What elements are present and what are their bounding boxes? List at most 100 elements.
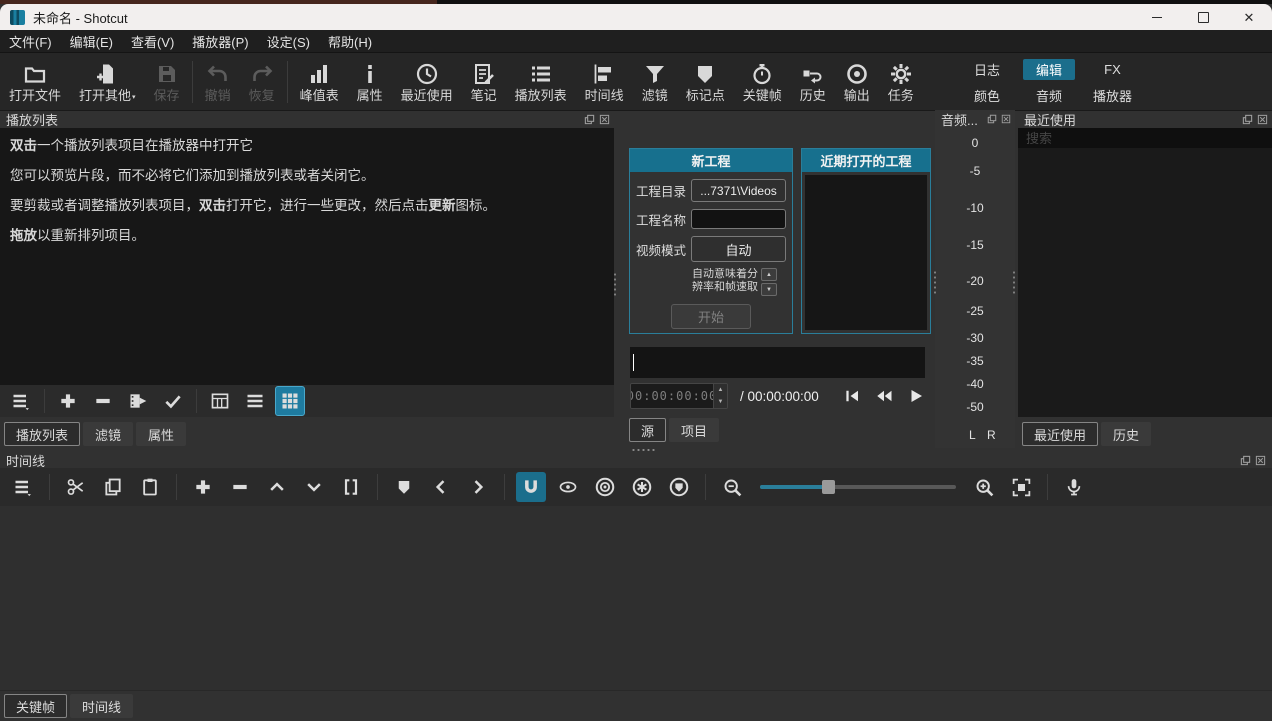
zoom-fit-button[interactable]: [1006, 472, 1036, 502]
start-button[interactable]: 开始: [671, 304, 751, 329]
undo-button[interactable]: 撤销: [196, 59, 240, 105]
tab-project[interactable]: 项目: [669, 418, 719, 442]
split-button[interactable]: [336, 472, 366, 502]
layout-audio-button[interactable]: 音频: [1023, 85, 1075, 106]
copy-button[interactable]: [98, 472, 128, 502]
export-button[interactable]: 输出: [835, 59, 879, 105]
create-marker-button[interactable]: [389, 472, 419, 502]
menu-help[interactable]: 帮助(H): [319, 30, 381, 52]
menu-settings[interactable]: 设定(S): [258, 30, 319, 52]
next-marker-button[interactable]: [463, 472, 493, 502]
tab-properties[interactable]: 属性: [136, 422, 186, 446]
tab-history[interactable]: 历史: [1101, 422, 1151, 446]
project-name-input[interactable]: [691, 209, 786, 229]
snap-toggle-button[interactable]: [516, 472, 546, 502]
skip-to-start-button[interactable]: [843, 387, 861, 405]
ripple-delete-button[interactable]: [225, 472, 255, 502]
timeline-button[interactable]: 时间线: [576, 59, 633, 105]
splitter-handle[interactable]: [933, 270, 937, 296]
recent-files-list[interactable]: [1018, 148, 1272, 417]
playlist-update-button[interactable]: [158, 386, 188, 416]
markers-button[interactable]: 标记点: [677, 59, 734, 105]
maximize-button[interactable]: [1180, 4, 1226, 30]
notes-button[interactable]: 笔记: [462, 59, 506, 105]
scrub-while-dragging-button[interactable]: [553, 472, 583, 502]
float-panel-icon[interactable]: [987, 114, 997, 124]
ripple-markers-button[interactable]: [664, 472, 694, 502]
ripple-button[interactable]: [590, 472, 620, 502]
open-other-button[interactable]: 打开其他▾: [70, 59, 145, 105]
close-panel-icon[interactable]: [1001, 114, 1011, 124]
project-folder-button[interactable]: ...7371\Videos: [691, 179, 786, 202]
video-mode-button[interactable]: 自动: [691, 236, 786, 262]
recent-projects-list[interactable]: [805, 175, 927, 330]
rewind-button[interactable]: [874, 387, 894, 405]
menu-file[interactable]: 文件(F): [0, 30, 61, 52]
view-icons-button[interactable]: [275, 386, 305, 416]
float-panel-icon[interactable]: [1242, 114, 1253, 125]
timeline-menu-button[interactable]: [8, 472, 38, 502]
search-input[interactable]: [1018, 128, 1272, 148]
minimize-button[interactable]: [1134, 4, 1180, 30]
layout-color-button[interactable]: 颜色: [961, 85, 1013, 106]
open-file-button[interactable]: 打开文件: [0, 59, 70, 105]
player-scrub-bar[interactable]: [630, 347, 925, 378]
timecode-spinner[interactable]: ▲▼: [713, 384, 727, 408]
save-button[interactable]: 保存: [145, 59, 189, 105]
view-details-button[interactable]: [205, 386, 235, 416]
close-panel-icon[interactable]: [1257, 114, 1268, 125]
playlist-remove-button[interactable]: [88, 386, 118, 416]
view-tiles-button[interactable]: [240, 386, 270, 416]
recent-button[interactable]: 最近使用: [392, 59, 462, 105]
close-button[interactable]: ✕: [1226, 4, 1272, 30]
tab-source[interactable]: 源: [629, 418, 666, 442]
paste-button[interactable]: [135, 472, 165, 502]
titlebar[interactable]: 未命名 - Shotcut ✕: [0, 4, 1272, 30]
tab-keyframes[interactable]: 关键帧: [4, 694, 67, 718]
float-panel-icon[interactable]: [1240, 455, 1251, 466]
layout-fx-button[interactable]: FX: [1086, 59, 1138, 80]
record-audio-button[interactable]: [1059, 472, 1089, 502]
close-panel-icon[interactable]: [599, 114, 610, 125]
playlist-button[interactable]: 播放列表: [506, 59, 576, 105]
redo-button[interactable]: 恢复: [240, 59, 284, 105]
play-button[interactable]: [907, 387, 925, 405]
menu-edit[interactable]: 编辑(E): [61, 30, 122, 52]
properties-button[interactable]: 属性: [348, 59, 392, 105]
playlist-open-button[interactable]: [123, 386, 153, 416]
playlist-append-button[interactable]: [53, 386, 83, 416]
layout-player-button[interactable]: 播放器: [1085, 85, 1140, 106]
filters-button[interactable]: 滤镜: [633, 59, 677, 105]
cut-button[interactable]: [61, 472, 91, 502]
layout-editing-button[interactable]: 编辑: [1023, 59, 1075, 80]
zoom-slider[interactable]: [760, 480, 956, 494]
jobs-button[interactable]: 任务: [879, 59, 923, 105]
tab-timeline[interactable]: 时间线: [70, 694, 133, 718]
zoom-in-button[interactable]: [969, 472, 999, 502]
layout-logging-button[interactable]: 日志: [961, 59, 1013, 80]
timecode-spinbox[interactable]: 00:00:00:00 ▲▼: [630, 383, 728, 409]
previous-marker-button[interactable]: [426, 472, 456, 502]
tab-recent[interactable]: 最近使用: [1022, 422, 1098, 446]
zoom-out-button[interactable]: [717, 472, 747, 502]
timeline-tracks-area[interactable]: [0, 506, 1272, 690]
lift-button[interactable]: [262, 472, 292, 502]
close-panel-icon[interactable]: [1255, 455, 1266, 466]
overwrite-button[interactable]: [299, 472, 329, 502]
float-panel-icon[interactable]: [584, 114, 595, 125]
menu-player[interactable]: 播放器(P): [183, 30, 257, 52]
tab-filters[interactable]: 滤镜: [83, 422, 133, 446]
timecode-value[interactable]: 00:00:00:00: [631, 384, 713, 408]
slider-thumb[interactable]: [822, 480, 835, 494]
history-button[interactable]: 历史: [791, 59, 835, 105]
scroll-up-button[interactable]: ▲: [761, 268, 777, 281]
playlist-menu-button[interactable]: [6, 386, 36, 416]
ripple-all-tracks-button[interactable]: [627, 472, 657, 502]
append-button[interactable]: [188, 472, 218, 502]
scroll-down-button[interactable]: ▼: [761, 283, 777, 296]
tab-playlist[interactable]: 播放列表: [4, 422, 80, 446]
peak-meter-button[interactable]: 峰值表: [291, 59, 348, 105]
keyframes-button[interactable]: 关键帧: [734, 59, 791, 105]
splitter-handle[interactable]: [1012, 270, 1016, 296]
menu-view[interactable]: 查看(V): [122, 30, 183, 52]
